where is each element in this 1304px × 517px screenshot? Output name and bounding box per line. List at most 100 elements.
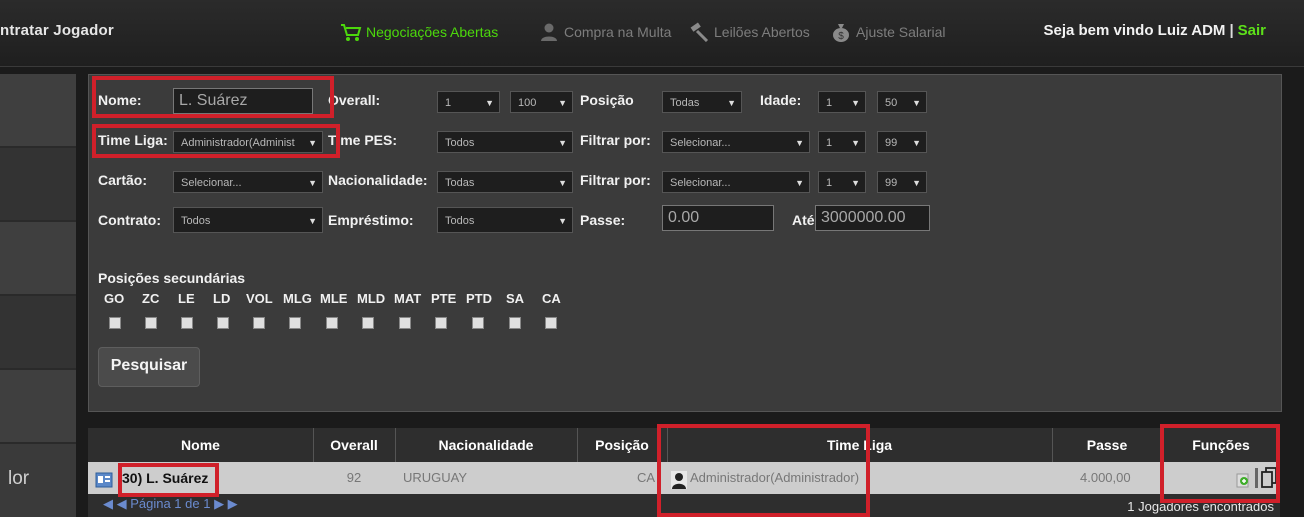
welcome-area: Seja bem vindo Luiz ADM | Sair bbox=[1043, 22, 1266, 39]
column-header-posicao[interactable]: Posição bbox=[577, 428, 668, 462]
sidebar-item[interactable] bbox=[0, 222, 76, 296]
emprestimo-select[interactable]: Todos ▼ bbox=[437, 207, 573, 233]
cart-icon bbox=[340, 22, 362, 42]
filtrar-por-max-select-2[interactable]: 99 ▼ bbox=[877, 171, 927, 193]
select-value: 99 bbox=[885, 137, 898, 149]
position-code: PTD bbox=[466, 291, 492, 306]
person-icon bbox=[538, 22, 560, 42]
idade-label: Idade: bbox=[760, 92, 802, 108]
nome-label: Nome: bbox=[98, 92, 142, 108]
chevron-down-icon: ▼ bbox=[851, 98, 860, 108]
column-header-funcoes: Funções bbox=[1192, 437, 1250, 453]
nav-label: Negociações Abertas bbox=[366, 24, 499, 40]
passe-min-input[interactable]: 0.00 bbox=[662, 205, 774, 231]
position-code: LE bbox=[178, 291, 195, 306]
position-checkbox[interactable] bbox=[181, 317, 193, 329]
select-value: Todos bbox=[445, 137, 475, 149]
position-code: MLD bbox=[357, 291, 386, 306]
table-header: Nome Overall Nacionalidade Posição Time … bbox=[88, 428, 1280, 462]
select-value: 1 bbox=[826, 137, 833, 149]
nav-ajuste-salarial[interactable]: $ Ajuste Salarial bbox=[830, 22, 946, 42]
copy-icon[interactable] bbox=[1261, 467, 1277, 489]
filtrar-por-max-select[interactable]: 99 ▼ bbox=[877, 131, 927, 153]
chevron-down-icon: ▼ bbox=[795, 178, 804, 188]
column-header-passe[interactable]: Passe bbox=[1052, 428, 1163, 462]
passe-max-input[interactable]: 3000000.00 bbox=[815, 205, 930, 231]
position-checkbox[interactable] bbox=[289, 317, 301, 329]
column-header-nome[interactable]: Nome bbox=[88, 428, 314, 462]
cartao-select[interactable]: Selecionar... ▼ bbox=[173, 171, 323, 193]
position-checkbox[interactable] bbox=[217, 317, 229, 329]
table-footer: ◀ ◀ Página 1 de 1 ▶ ▶ 1 Jogadores encont… bbox=[88, 494, 1280, 517]
pagination[interactable]: ◀ ◀ Página 1 de 1 ▶ ▶ bbox=[103, 496, 238, 512]
position-code: PTE bbox=[431, 291, 457, 306]
column-header-nacionalidade[interactable]: Nacionalidade bbox=[395, 428, 578, 462]
player-card-icon[interactable] bbox=[95, 469, 113, 488]
column-header-overall[interactable]: Overall bbox=[313, 428, 396, 462]
time-liga-select[interactable]: Administrador(Administ ▼ bbox=[173, 131, 323, 153]
player-name[interactable]: 30) L. Suárez bbox=[122, 462, 208, 494]
overall-max-select[interactable]: 100 ▼ bbox=[510, 91, 573, 113]
logout-link[interactable]: Sair bbox=[1238, 22, 1266, 39]
chevron-down-icon: ▼ bbox=[308, 138, 317, 148]
emprestimo-label: Empréstimo: bbox=[328, 212, 414, 228]
position-checkbox[interactable] bbox=[545, 317, 557, 329]
position-code: GO bbox=[104, 291, 125, 306]
chevron-down-icon: ▼ bbox=[912, 138, 921, 148]
chevron-down-icon: ▼ bbox=[727, 98, 736, 108]
select-value: 1 bbox=[826, 97, 833, 109]
sidebar-item-label[interactable]: lor bbox=[8, 468, 29, 490]
filtrar-por-select[interactable]: Selecionar... ▼ bbox=[662, 131, 810, 153]
chevron-down-icon: ▼ bbox=[485, 98, 494, 108]
filtrar-por-min-select-2[interactable]: 1 ▼ bbox=[818, 171, 866, 193]
column-header-time-liga[interactable]: Time Liga bbox=[667, 428, 1053, 462]
top-bar: ntratar Jogador Negociações Abertas Comp… bbox=[0, 0, 1304, 67]
chevron-down-icon: ▼ bbox=[558, 138, 567, 148]
position-code: CA bbox=[542, 291, 561, 306]
chevron-down-icon: ▼ bbox=[851, 178, 860, 188]
table-row[interactable]: 30) L. Suárez 92 URUGUAY CA Administrado… bbox=[88, 462, 1280, 494]
player-team: Administrador(Administrador) bbox=[690, 470, 860, 485]
time-pes-select[interactable]: Todos ▼ bbox=[437, 131, 573, 153]
idade-max-select[interactable]: 50 ▼ bbox=[877, 91, 927, 113]
position-checkbox[interactable] bbox=[326, 317, 338, 329]
welcome-text: Seja bem vindo Luiz ADM bbox=[1043, 22, 1226, 39]
separator: | bbox=[1229, 22, 1234, 39]
nav-compra-na-multa[interactable]: Compra na Multa bbox=[538, 22, 671, 42]
position-checkbox[interactable] bbox=[399, 317, 411, 329]
position-code: MAT bbox=[394, 291, 422, 306]
nacionalidade-select[interactable]: Todas ▼ bbox=[437, 171, 573, 193]
filtrar-por-min-select[interactable]: 1 ▼ bbox=[818, 131, 866, 153]
posicao-select[interactable]: Todas ▼ bbox=[662, 91, 742, 113]
sidebar-item[interactable] bbox=[0, 370, 76, 444]
sidebar-item[interactable] bbox=[0, 148, 76, 222]
secondary-positions-title: Posições secundárias bbox=[98, 270, 246, 286]
contrato-select[interactable]: Todos ▼ bbox=[173, 207, 323, 233]
position-checkbox[interactable] bbox=[253, 317, 265, 329]
select-value: Todos bbox=[181, 215, 211, 227]
nome-input[interactable]: L. Suárez bbox=[173, 88, 313, 114]
filtrar-por-select-2[interactable]: Selecionar... ▼ bbox=[662, 171, 810, 193]
select-value: Todas bbox=[445, 177, 475, 189]
position-checkbox[interactable] bbox=[145, 317, 157, 329]
position-code: SA bbox=[506, 291, 525, 306]
chevron-down-icon: ▼ bbox=[558, 98, 567, 108]
position-checkbox[interactable] bbox=[109, 317, 121, 329]
nav-negociacoes-abertas[interactable]: Negociações Abertas bbox=[340, 22, 498, 42]
position-checkbox[interactable] bbox=[509, 317, 521, 329]
nacionalidade-label: Nacionalidade: bbox=[328, 172, 428, 188]
negotiate-icon[interactable] bbox=[1236, 469, 1252, 488]
search-button[interactable]: Pesquisar bbox=[98, 347, 200, 387]
sidebar-item[interactable] bbox=[0, 296, 76, 370]
player-position: CA bbox=[636, 470, 655, 485]
nav-leiloes-abertos[interactable]: Leilões Abertos bbox=[688, 22, 810, 43]
position-checkbox[interactable] bbox=[472, 317, 484, 329]
position-checkbox[interactable] bbox=[435, 317, 447, 329]
money-bag-icon: $ bbox=[830, 22, 852, 42]
idade-min-select[interactable]: 1 ▼ bbox=[818, 91, 866, 113]
chevron-down-icon: ▼ bbox=[558, 216, 567, 226]
chevron-down-icon: ▼ bbox=[912, 178, 921, 188]
overall-min-select[interactable]: 1 ▼ bbox=[437, 91, 500, 113]
position-checkbox[interactable] bbox=[362, 317, 374, 329]
sidebar-item[interactable] bbox=[0, 74, 76, 148]
